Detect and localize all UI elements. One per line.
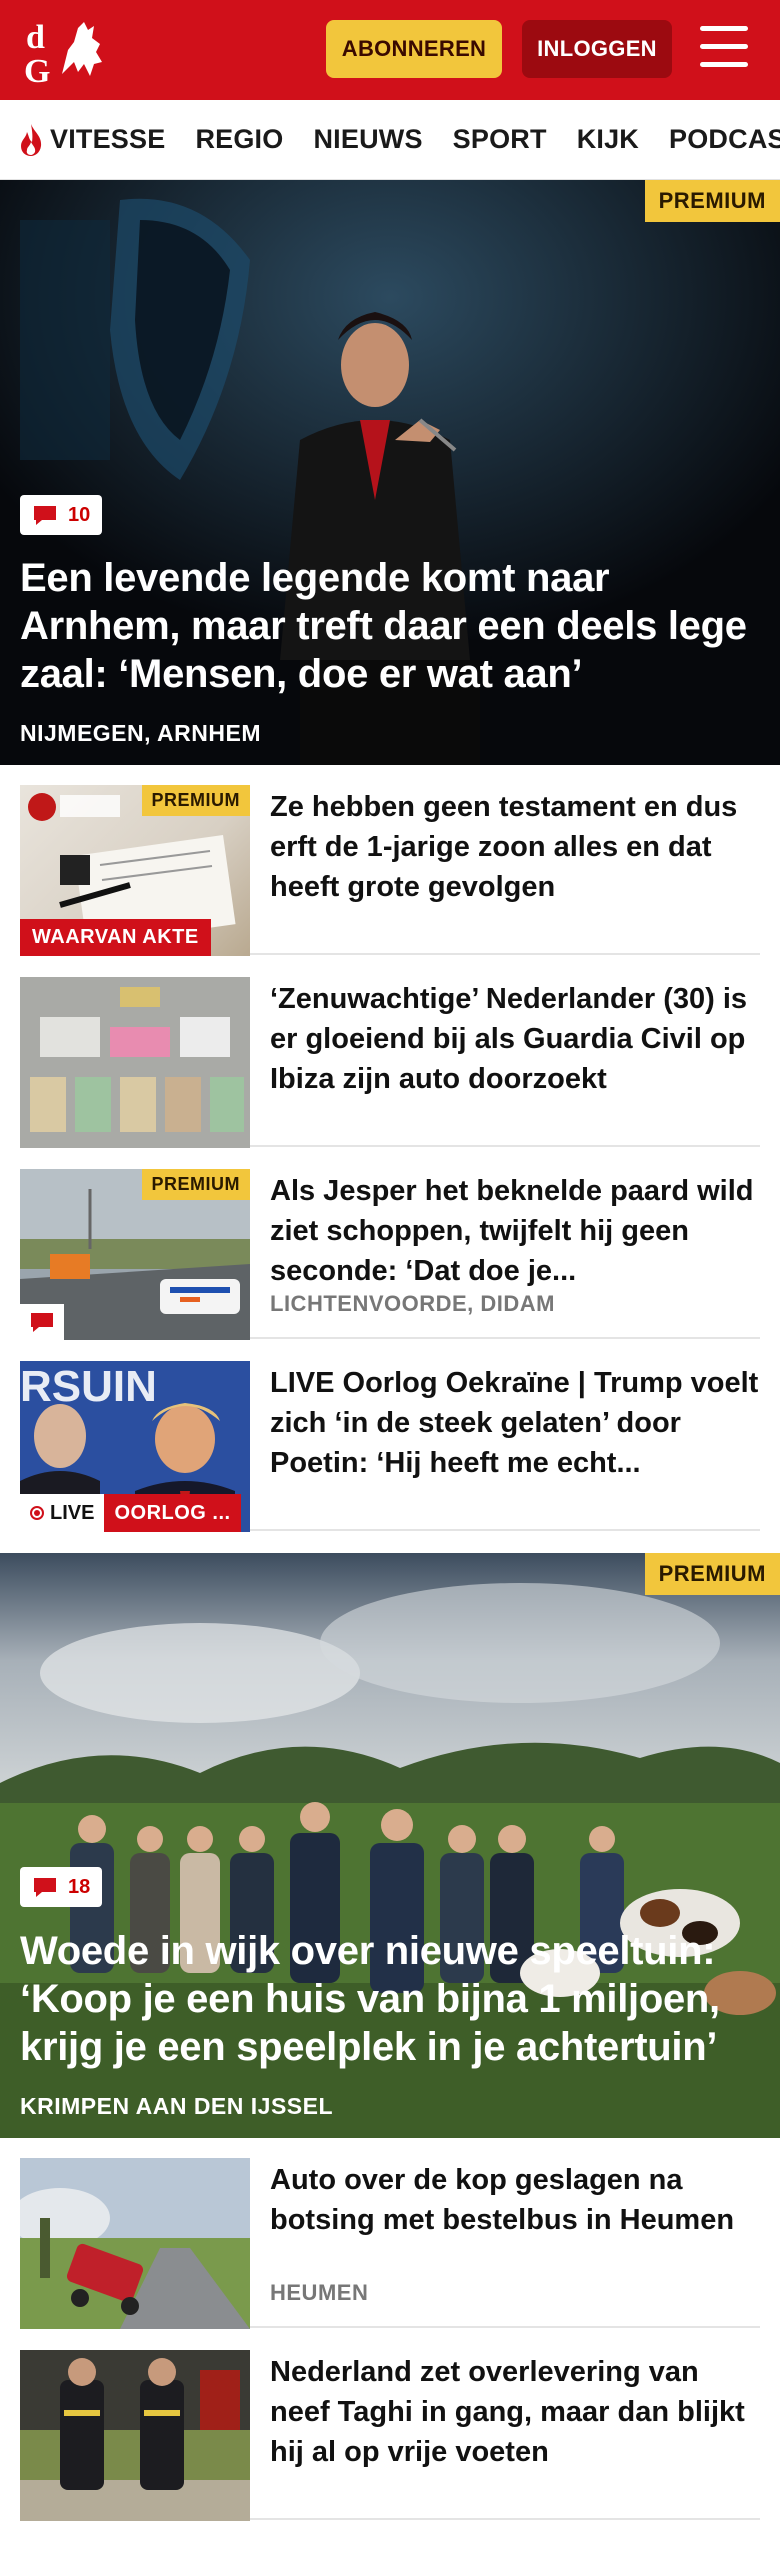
live-indicator: LIVE bbox=[20, 1494, 105, 1532]
svg-text:G: G bbox=[24, 53, 50, 86]
hero-title[interactable]: Woede in wijk over nieuwe speeltuin: ‘Ko… bbox=[20, 1927, 760, 2071]
thumbnail-image-crash bbox=[20, 2158, 250, 2329]
svg-text:RSUIN: RSUIN bbox=[20, 1362, 157, 1411]
article-thumbnail bbox=[20, 2350, 250, 2521]
article-title[interactable]: Ze hebben geen testament en dus erft de … bbox=[270, 787, 760, 907]
premium-badge: PREMIUM bbox=[141, 1169, 250, 1200]
comment-count: 18 bbox=[68, 1875, 91, 1898]
section-label[interactable]: WAARVAN AKTE bbox=[20, 919, 211, 956]
nav-item-sport[interactable]: SPORT bbox=[453, 124, 547, 155]
comment-icon bbox=[31, 1313, 53, 1332]
nav-item-kijk[interactable]: KIJK bbox=[577, 124, 639, 155]
nav-item-podcast[interactable]: PODCAST bbox=[669, 124, 780, 155]
flame-icon bbox=[21, 123, 42, 156]
hero-article-2[interactable]: PREMIUM 18 Woede in wijk over nieuwe spe… bbox=[0, 1553, 780, 2138]
article-title[interactable]: Auto over de kop geslagen na botsing met… bbox=[270, 2160, 760, 2240]
article-thumbnail bbox=[20, 977, 250, 1148]
comment-count-badge[interactable]: 10 bbox=[20, 495, 103, 535]
list-item[interactable]: Nederland zet overlevering van neef Tagh… bbox=[20, 2330, 760, 2521]
premium-badge: PREMIUM bbox=[141, 785, 250, 816]
thumbnail-image-officers bbox=[20, 2350, 250, 2521]
article-thumbnail bbox=[20, 2158, 250, 2329]
article-title[interactable]: Als Jesper het beknelde paard wild ziet … bbox=[270, 1171, 760, 1291]
comment-count-badge[interactable]: 18 bbox=[20, 1867, 103, 1907]
thumbnail-image-evidence bbox=[20, 977, 250, 1148]
comment-icon bbox=[34, 1878, 56, 1897]
live-dot-icon bbox=[30, 1506, 44, 1520]
list-item[interactable]: ‘Zenuwachtige’ Nederlander (30) is er gl… bbox=[20, 957, 760, 1148]
hero-article-1[interactable]: PREMIUM 10 Een levende legende komt naar… bbox=[0, 180, 780, 765]
section-label: OORLOG ... bbox=[104, 1494, 241, 1532]
comment-badge[interactable] bbox=[20, 1304, 64, 1340]
article-thumbnail: RSUIN LIVE OORLOG ... bbox=[20, 1361, 250, 1532]
article-title[interactable]: ‘Zenuwachtige’ Nederlander (30) is er gl… bbox=[270, 979, 760, 1099]
live-label: LIVE bbox=[50, 1501, 95, 1524]
svg-text:d: d bbox=[26, 19, 45, 56]
premium-badge: PREMIUM bbox=[644, 1553, 780, 1595]
nav-label: VITESSE bbox=[50, 124, 166, 154]
comment-icon bbox=[34, 506, 56, 525]
list-item[interactable]: Auto over de kop geslagen na botsing met… bbox=[20, 2138, 760, 2329]
nav-item-vitesse[interactable]: VITESSE bbox=[16, 122, 165, 158]
nav-item-regio[interactable]: REGIO bbox=[195, 124, 283, 155]
nav-item-nieuws[interactable]: NIEUWS bbox=[313, 124, 422, 155]
premium-badge: PREMIUM bbox=[644, 180, 780, 222]
main-nav: VITESSE REGIO NIEUWS SPORT KIJK PODCAST bbox=[0, 100, 780, 180]
live-badge[interactable]: LIVE OORLOG ... bbox=[20, 1494, 241, 1532]
article-thumbnail: PREMIUM WAARVAN AKTE bbox=[20, 785, 250, 956]
login-button[interactable]: INLOGGEN bbox=[522, 20, 672, 78]
hero-location: KRIMPEN AAN DEN IJSSEL bbox=[20, 2093, 334, 2119]
article-location: HEUMEN bbox=[270, 2280, 369, 2305]
hero-title[interactable]: Een levende legende komt naar Arnhem, ma… bbox=[20, 554, 760, 698]
article-thumbnail: PREMIUM bbox=[20, 1169, 250, 1340]
menu-icon[interactable] bbox=[700, 26, 752, 72]
list-item[interactable]: PREMIUM WAARVAN AKTE Ze hebben geen test… bbox=[20, 765, 760, 956]
subscribe-button[interactable]: ABONNEREN bbox=[326, 20, 502, 78]
comment-count: 10 bbox=[68, 503, 91, 526]
list-item[interactable]: PREMIUM Als Jesper het beknelde paard wi… bbox=[20, 1149, 760, 1340]
article-title[interactable]: Nederland zet overlevering van neef Tagh… bbox=[270, 2352, 760, 2472]
hero-location: NIJMEGEN, ARNHEM bbox=[20, 720, 261, 746]
article-location: LICHTENVOORDE, DIDAM bbox=[270, 1291, 555, 1316]
article-title[interactable]: LIVE Oorlog Oekraïne | Trump voelt zich … bbox=[270, 1363, 760, 1483]
list-item[interactable]: RSUIN LIVE OORLOG ... LIVE Oorlog Oekraï… bbox=[20, 1341, 760, 1532]
site-header: d G ABONNEREN INLOGGEN bbox=[0, 0, 780, 100]
site-logo[interactable]: d G bbox=[22, 14, 120, 86]
